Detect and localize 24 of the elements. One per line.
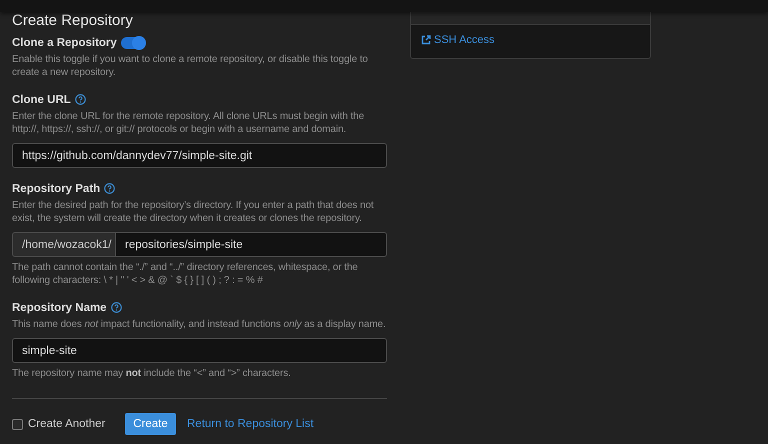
help-text: Enter the clone URL for the remote repository. All clone URLs must begin with the http://, https://, ssh://, or git:// protocols or begin with a username and domain. bbox=[12, 110, 366, 136]
field-label: Repository Path bbox=[12, 182, 100, 194]
return-link[interactable]: Return to Repository List bbox=[187, 418, 314, 430]
external-link-icon bbox=[421, 35, 431, 45]
text-field[interactable]: https://github.com/dannydev77/simple-site.git bbox=[12, 143, 387, 168]
page-title: Create Repository bbox=[12, 12, 134, 29]
text-field[interactable]: simple-site bbox=[12, 338, 387, 363]
help-text: This name does not impact functionality, and instead functions only as a display name. bbox=[12, 318, 387, 331]
field-label: Clone URL bbox=[12, 94, 71, 106]
help-icon[interactable] bbox=[74, 94, 86, 105]
toggle-label: Clone a Repository bbox=[12, 36, 117, 48]
path-field[interactable]: repositories/simple-site bbox=[116, 232, 387, 257]
checkbox-label: Create Another bbox=[28, 418, 106, 430]
note-text: The path cannot contain the “./” and “../” directory references, whitespace, or the following characters: \ * | " ' < > & @ ` $ { } [ ] ( ) ; ? : = % # bbox=[12, 261, 359, 287]
checkbox[interactable] bbox=[12, 418, 23, 430]
help-icon[interactable] bbox=[104, 183, 116, 194]
note-text: The repository name may not include the “<” and “>” characters. bbox=[12, 367, 292, 380]
related-link[interactable]: SSH Access bbox=[421, 34, 495, 46]
help-text: Enter the desired path for the repository’s directory. If you enter a path that does not exist, the system will create the directory when it creates or clones the repository. bbox=[12, 199, 375, 225]
field-label: Repository Name bbox=[12, 302, 107, 314]
help-text: Enable this toggle if you want to clone a remote repository, or disable this toggle to create a new repository. bbox=[12, 53, 369, 79]
clone-toggle[interactable] bbox=[120, 36, 145, 48]
help-icon[interactable] bbox=[110, 302, 122, 313]
path-prefix: /home/wozacok1/ bbox=[12, 232, 116, 257]
